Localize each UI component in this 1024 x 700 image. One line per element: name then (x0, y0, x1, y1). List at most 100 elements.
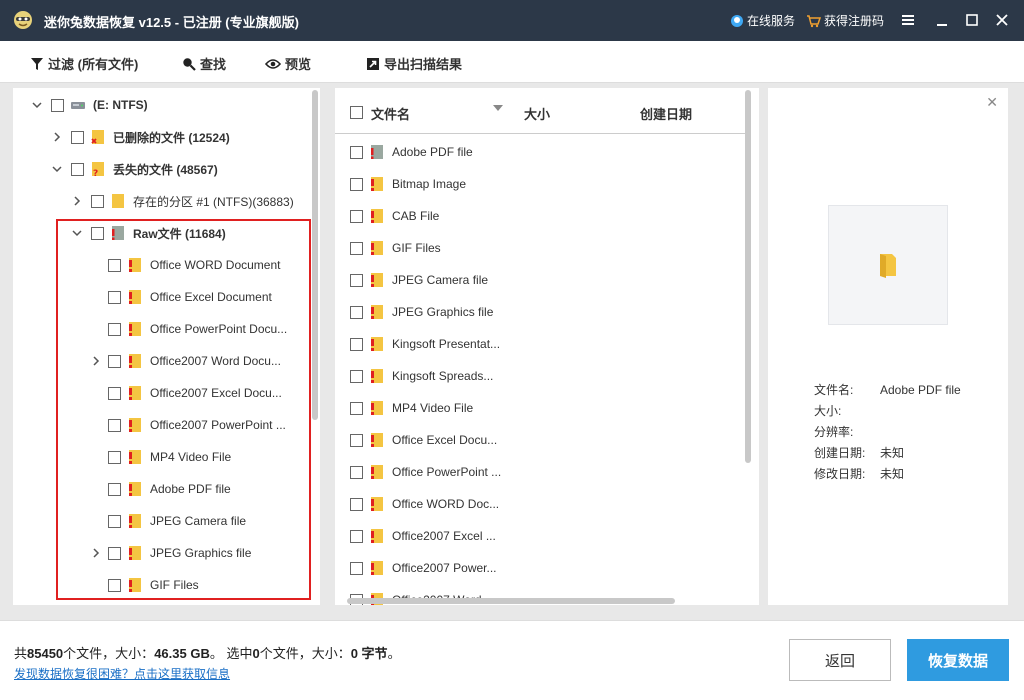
item-checkbox[interactable] (108, 386, 121, 400)
item-checkbox[interactable] (350, 433, 363, 447)
maximize-icon[interactable] (962, 10, 982, 30)
list-item[interactable]: Kingsoft Presentat... (350, 328, 507, 360)
tree-item-raw-child[interactable]: Office2007 Excel Docu... (108, 377, 295, 409)
item-checkbox[interactable] (350, 561, 363, 575)
item-label: CAB File (392, 209, 440, 223)
list-item[interactable]: JPEG Camera file (350, 264, 507, 296)
list-item[interactable]: JPEG Graphics file (350, 296, 507, 328)
raw-checkbox[interactable] (91, 226, 104, 240)
export-button[interactable]: 导出扫描结果 (366, 54, 462, 73)
item-checkbox[interactable] (350, 465, 363, 479)
chevron-down-icon[interactable] (71, 227, 83, 239)
list-item[interactable]: Office2007 Power... (350, 552, 507, 584)
cart-icon (807, 14, 821, 27)
close-preview-icon[interactable]: ✕ (986, 94, 998, 111)
item-checkbox[interactable] (108, 258, 121, 272)
list-item[interactable]: Office2007 Excel ... (350, 520, 507, 552)
chevron-down-icon[interactable] (31, 99, 43, 111)
tree-item-raw-child[interactable]: GIF Files (108, 569, 290, 601)
item-checkbox[interactable] (108, 514, 121, 528)
chevron-down-icon[interactable] (51, 163, 63, 175)
item-checkbox[interactable] (350, 401, 363, 415)
tree-item-raw-child[interactable]: JPEG Camera file (108, 505, 290, 537)
filter-button[interactable]: 过滤 (所有文件) (30, 54, 138, 73)
chevron-right-icon[interactable] (51, 131, 63, 143)
tree-item-lost[interactable]: ? 丢失的文件 (48567) (51, 153, 218, 185)
item-checkbox[interactable] (350, 273, 363, 287)
menu-icon[interactable] (898, 10, 918, 30)
list-item[interactable]: Office Excel Docu... (350, 424, 507, 456)
tree-item-partition[interactable]: 存在的分区 #1 (NTFS)(36883) (71, 185, 294, 217)
list-scrollbar-horizontal[interactable] (347, 598, 675, 604)
list-item[interactable]: Bitmap Image (350, 168, 507, 200)
item-checkbox[interactable] (108, 418, 121, 432)
tree-item-raw-child[interactable]: Adobe PDF file (108, 473, 290, 505)
item-checkbox[interactable] (108, 546, 121, 560)
item-checkbox[interactable] (350, 497, 363, 511)
tree-item-raw-child[interactable]: MP4 Video File (108, 441, 290, 473)
tree-item-raw-child[interactable]: Office2007 PowerPoint ... (108, 409, 295, 441)
item-checkbox[interactable] (350, 337, 363, 351)
item-checkbox[interactable] (350, 529, 363, 543)
list-item[interactable]: Office WORD Doc... (350, 488, 507, 520)
preview-button[interactable]: 预览 (265, 54, 311, 73)
help-link[interactable]: 发现数据恢复很困难？点击这里获取信息 (14, 665, 230, 682)
recover-button[interactable]: 恢复数据 (907, 639, 1009, 681)
item-checkbox[interactable] (108, 482, 121, 496)
select-all-checkbox[interactable] (350, 106, 363, 119)
tree-item-raw-child[interactable]: Office PowerPoint Docu... (108, 313, 295, 345)
item-checkbox[interactable] (350, 177, 363, 191)
item-checkbox[interactable] (108, 322, 121, 336)
info-modified: 修改日期: 未知 (814, 465, 904, 482)
list-item[interactable]: GIF Files (350, 232, 507, 264)
item-checkbox[interactable] (350, 209, 363, 223)
partition-checkbox[interactable] (91, 194, 104, 208)
col-date-header[interactable]: 创建日期 (640, 104, 692, 123)
item-checkbox[interactable] (350, 241, 363, 255)
item-checkbox[interactable] (350, 369, 363, 383)
list-item[interactable]: Adobe PDF file (350, 136, 507, 168)
item-checkbox[interactable] (350, 145, 363, 159)
chevron-right-icon[interactable] (90, 355, 102, 367)
sort-down-icon[interactable] (493, 105, 503, 111)
info-name-value: Adobe PDF file (880, 383, 961, 397)
list-item[interactable]: CAB File (350, 200, 507, 232)
item-checkbox[interactable] (108, 354, 121, 368)
tree-item-raw-child[interactable]: Office2007 Word Docu... (90, 345, 295, 377)
col-size-header[interactable]: 大小 (524, 104, 550, 123)
lost-checkbox[interactable] (71, 162, 84, 176)
item-checkbox[interactable] (108, 578, 121, 592)
raw-file-icon (371, 529, 383, 543)
search-button[interactable]: 查找 (182, 54, 226, 73)
list-item[interactable]: Office PowerPoint ... (350, 456, 507, 488)
item-checkbox[interactable] (108, 290, 121, 304)
deleted-checkbox[interactable] (71, 130, 84, 144)
chevron-right-icon[interactable] (90, 547, 102, 559)
chevron-right-icon[interactable] (71, 195, 83, 207)
get-code-link[interactable]: 获得注册码 (806, 12, 884, 29)
back-button[interactable]: 返回 (789, 639, 891, 681)
tree-item-raw-child[interactable]: Office WORD Document (108, 249, 290, 281)
tree-item-raw-child[interactable]: JPEG Graphics file (90, 537, 290, 569)
tree-item-drive[interactable]: (E: NTFS) (31, 89, 148, 121)
info-name: 文件名: Adobe PDF file (814, 381, 961, 398)
item-checkbox[interactable] (350, 305, 363, 319)
item-label: MP4 Video File (392, 401, 474, 415)
item-checkbox[interactable] (108, 450, 121, 464)
export-label: 导出扫描结果 (384, 57, 463, 72)
tree-item-deleted[interactable]: 已删除的文件 (12524) (51, 121, 230, 153)
list-item[interactable]: MP4 Video File (350, 392, 507, 424)
deleted-folder-icon (91, 130, 104, 144)
item-label: Office2007 Word Docu... (150, 354, 281, 368)
tree-item-raw-child[interactable]: Office Excel Document (108, 281, 290, 313)
tree-item-raw[interactable]: Raw文件 (11684) (71, 217, 226, 249)
list-item[interactable]: Kingsoft Spreads... (350, 360, 507, 392)
minimize-icon[interactable] (932, 10, 952, 30)
col-name-header[interactable]: 文件名 (371, 104, 410, 123)
list-scrollbar-vertical[interactable] (745, 90, 751, 463)
online-service-link[interactable]: 在线服务 (730, 12, 795, 29)
tree-scrollbar[interactable] (312, 90, 318, 420)
close-icon[interactable] (992, 10, 1012, 30)
drive-checkbox[interactable] (51, 98, 64, 112)
deleted-label: 已删除的文件 (12524) (113, 130, 230, 145)
